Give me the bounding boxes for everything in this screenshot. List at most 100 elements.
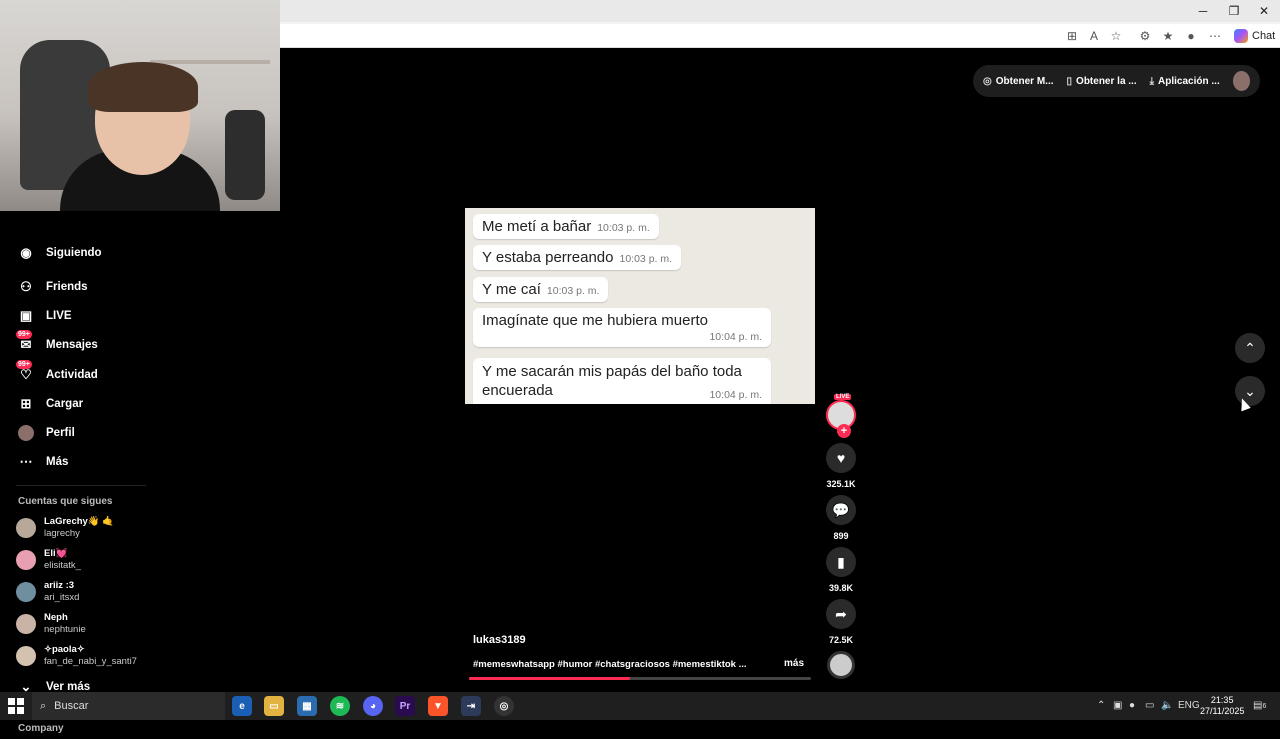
more-options-icon[interactable]: ⋯ (1207, 28, 1223, 44)
video-progress-bar[interactable] (469, 677, 811, 680)
brave-icon[interactable]: ▼ (428, 696, 448, 716)
tiktok-page: ◎ Obtener M... ▯ Obtener la ... ⤓ Aplicació… (0, 0, 1280, 734)
music-disc-icon[interactable] (827, 651, 855, 679)
account-item[interactable]: ariiz :3 ari_itsxd (16, 578, 79, 606)
previous-video-button[interactable]: ⌃ (1235, 333, 1265, 363)
video-progress-fill (469, 677, 630, 680)
chat-bubble: Y estaba perreando 10:03 p. m. (473, 245, 682, 270)
chat-bubble: Imagínate que me hubiera muerto 10:04 p. … (473, 308, 771, 347)
discord-icon[interactable]: ◕ (363, 696, 383, 716)
video-player[interactable]: Me metí a bañar 10:03 p. m. Y estaba perr… (465, 208, 815, 404)
following-icon: ◉ (20, 245, 32, 260)
circle-check-icon: ◎ (983, 75, 992, 87)
microphone-icon[interactable]: ● (1129, 700, 1135, 711)
share-count: 72.5K (828, 635, 854, 645)
file-explorer-icon[interactable]: ▭ (264, 696, 284, 716)
messages-badge: 99+ (16, 330, 32, 339)
follow-plus-icon[interactable]: + (837, 424, 851, 438)
avatar (16, 518, 36, 538)
store-icon[interactable]: ▦ (297, 696, 317, 716)
heart-icon[interactable]: ♥ (826, 443, 856, 473)
profile-avatar (18, 425, 34, 441)
app-available-icon[interactable]: ⊞ (1064, 28, 1080, 44)
tray-chevron-icon[interactable]: ⌃ (1097, 700, 1105, 711)
live-icon: ▣ (19, 308, 33, 323)
phone-icon: ▯ (1066, 75, 1073, 87)
sidebar-item-profile[interactable]: Perfil (18, 423, 75, 443)
bookmark-icon[interactable]: ▮ (826, 547, 856, 577)
language-indicator[interactable]: ENG (1178, 700, 1200, 711)
save-action[interactable]: ▮ 39.8K (823, 547, 859, 593)
read-aloud-icon[interactable]: A (1086, 28, 1102, 44)
friends-icon: ⚇ (20, 279, 32, 294)
save-count: 39.8K (828, 583, 854, 593)
get-app-button[interactable]: ▯ Obtener la ... (1067, 76, 1137, 87)
share-action[interactable]: ➦ 72.5K (823, 599, 859, 645)
notification-center-icon[interactable]: ▤6 (1253, 700, 1266, 711)
tray-app-icon[interactable]: ▣ (1113, 700, 1122, 711)
sidebar-item-more[interactable]: ⋯ Más (18, 452, 69, 472)
chat-label: Chat (1252, 30, 1276, 42)
sidebar-item-friends[interactable]: ⚇ Friends (18, 277, 87, 297)
sidebar-item-live[interactable]: ▣ LIVE (18, 306, 72, 326)
search-icon: ⌕ (40, 699, 47, 712)
taskbar-search[interactable]: ⌕ Buscar (32, 692, 225, 720)
more-caption-button[interactable]: más (784, 658, 804, 669)
chat-bubble: Me metí a bañar 10:03 p. m. (473, 214, 659, 239)
restore-button[interactable]: ❐ (1219, 3, 1249, 19)
app-icon[interactable]: ⇥ (461, 696, 481, 716)
like-action[interactable]: ♥ 325.1K (823, 443, 859, 489)
close-button[interactable]: ✕ (1249, 3, 1279, 19)
chat-bubble: Y me sacarán mis papás del baño toda enc… (473, 358, 771, 404)
microphone (225, 110, 265, 200)
spotify-icon[interactable]: ≋ (330, 696, 350, 716)
sidebar-item-activity[interactable]: ♡ 99+ Actividad (16, 360, 98, 385)
minimize-button[interactable]: ─ (1188, 3, 1218, 19)
activity-badge: 99+ (16, 360, 32, 369)
top-actions-bar: ◎ Obtener M... ▯ Obtener la ... ⤓ Aplicació… (973, 65, 1260, 97)
get-coins-button[interactable]: ◎ Obtener M... (983, 76, 1054, 87)
system-clock[interactable]: 21:35 27/11/2025 (1200, 695, 1244, 717)
like-count: 325.1K (826, 479, 856, 489)
account-item[interactable]: LaGrechy👋 🤙 lagrechy (16, 514, 114, 542)
comment-action[interactable]: 💬 899 (823, 495, 859, 541)
post-username[interactable]: lukas3189 (473, 634, 526, 646)
more-icon: ⋯ (19, 454, 33, 469)
avatar (16, 582, 36, 602)
activity-icon: ♡ 99+ (16, 360, 32, 382)
chevron-up-icon: ⌃ (1244, 339, 1256, 356)
copilot-icon (1234, 29, 1248, 43)
comment-icon[interactable]: 💬 (826, 495, 856, 525)
extensions-icon[interactable]: ⚙ (1137, 28, 1153, 44)
favorite-star-icon[interactable]: ☆ (1108, 28, 1124, 44)
upload-icon: ⊞ (20, 396, 32, 411)
account-item[interactable]: ✧paola✧ fan_de_nabi_y_santi7 (16, 642, 137, 670)
account-item[interactable]: Neph nephtunie (16, 610, 86, 638)
sidebar-item-upload[interactable]: ⊞ Cargar (18, 394, 84, 414)
copilot-chat-button[interactable]: Chat (1234, 27, 1275, 45)
shelf (150, 60, 270, 64)
sidebar-item-messages[interactable]: ✉ 99+ Mensajes (16, 330, 98, 355)
share-icon[interactable]: ➦ (826, 599, 856, 629)
sidebar-item-following[interactable]: ◉ Siguiendo (18, 245, 101, 261)
edge-browser-icon[interactable]: e (232, 696, 252, 716)
obs-icon[interactable]: ◎ (494, 696, 514, 716)
windows-start-icon[interactable] (8, 698, 24, 714)
live-tag: LIVE (834, 394, 852, 400)
network-icon[interactable]: ▭ (1145, 700, 1154, 711)
desktop-app-button[interactable]: ⤓ Aplicación ... (1150, 76, 1220, 87)
divider (16, 485, 146, 486)
creator-avatar: LIVE + (826, 394, 856, 438)
messages-icon: ✉ 99+ (16, 330, 32, 352)
address-bar[interactable] (280, 24, 1280, 48)
avatar (16, 614, 36, 634)
favorites-icon[interactable]: ★ (1160, 28, 1176, 44)
creator-avatar-button[interactable]: LIVE + (823, 394, 859, 438)
account-item[interactable]: Eli💓 elisitatk_ (16, 546, 81, 574)
premiere-pro-icon[interactable]: Pr (395, 696, 415, 716)
post-hashtags[interactable]: #memeswhatsapp #humor #chatsgraciosos #m… (473, 659, 747, 670)
profile-icon[interactable]: ● (1183, 28, 1199, 44)
volume-icon[interactable]: 🔈 (1161, 700, 1173, 711)
user-avatar[interactable] (1232, 71, 1250, 91)
company-link[interactable]: Company (18, 723, 64, 734)
